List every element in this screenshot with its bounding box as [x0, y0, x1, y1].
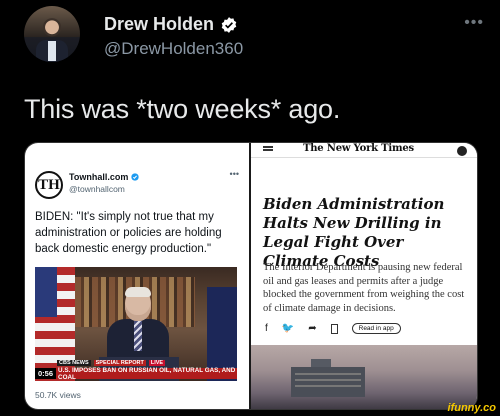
video-timecode: 0:56: [35, 368, 57, 379]
townhall-views: 50.7K views: [35, 390, 81, 400]
townhall-logo: TH: [35, 171, 63, 199]
live-label: LIVE: [148, 360, 166, 366]
townhall-video-thumbnail: CBS NEWS SPECIAL REPORT LIVE 0:56 U.S. I…: [35, 267, 237, 381]
drilling-rig: [291, 359, 365, 397]
ifunny-watermark: ifunny.co: [447, 402, 496, 414]
author-handle[interactable]: @DrewHolden360: [104, 39, 243, 59]
tweet-header: Drew Holden @DrewHolden360 •••: [24, 6, 484, 62]
townhall-name: Townhall.com: [69, 172, 129, 182]
townhall-tweet-text: BIDEN: "It's simply not true that my adm…: [35, 211, 222, 255]
tweet-text: This was *two weeks* ago.: [24, 94, 341, 124]
article-summary: The Interior Department is pausing new f…: [263, 262, 465, 314]
chyron-text: U.S. IMPOSES BAN ON RUSSIAN OIL, NATURAL…: [58, 366, 236, 381]
embedded-nyt-article: The New York Times Biden Administration …: [251, 143, 477, 409]
twitter-icon: 🐦: [281, 323, 295, 334]
news-lower-third: CBS NEWS SPECIAL REPORT LIVE 0:56 U.S. I…: [35, 359, 237, 381]
verified-badge-icon: [221, 16, 237, 33]
article-photo-drilling-rig: [251, 345, 477, 409]
more-options-icon[interactable]: •••: [464, 14, 484, 32]
hamburger-menu-icon: [263, 146, 273, 148]
bookmark-icon: [330, 323, 338, 334]
author-display-name[interactable]: Drew Holden: [104, 14, 214, 35]
network-label: CBS NEWS: [57, 360, 91, 366]
article-headline: Biden Administration Halts New Drilling …: [263, 195, 445, 270]
news-chyron: 0:56 U.S. IMPOSES BAN ON RUSSIAN OIL, NA…: [35, 366, 237, 381]
nyt-top-bar: The New York Times: [251, 143, 477, 158]
facebook-icon: f: [265, 323, 268, 334]
avatar-shirt: [48, 41, 56, 61]
speaker-hair: [125, 287, 151, 297]
townhall-handle: @townhallcom: [69, 184, 125, 194]
townhall-verified-icon: [131, 173, 140, 181]
embedded-townhall-tweet: TH Townhall.com @townhallcom ••• BIDEN: …: [25, 143, 249, 409]
avatar[interactable]: [24, 6, 80, 62]
townhall-more-icon: •••: [229, 169, 239, 179]
speaker-tie: [134, 321, 142, 351]
read-in-app-button: Read in app: [351, 323, 401, 334]
share-arrow-icon: ➦: [308, 323, 317, 334]
tweet-media[interactable]: TH Townhall.com @townhallcom ••• BIDEN: …: [24, 142, 478, 410]
author-name-row: Drew Holden: [104, 14, 238, 35]
special-report-label: SPECIAL REPORT: [93, 360, 146, 366]
nyt-masthead: The New York Times: [303, 143, 414, 154]
article-share-row: f 🐦 ➦ Read in app: [265, 323, 401, 334]
townhall-name-row: Townhall.com: [69, 172, 140, 182]
account-icon: [457, 146, 467, 156]
